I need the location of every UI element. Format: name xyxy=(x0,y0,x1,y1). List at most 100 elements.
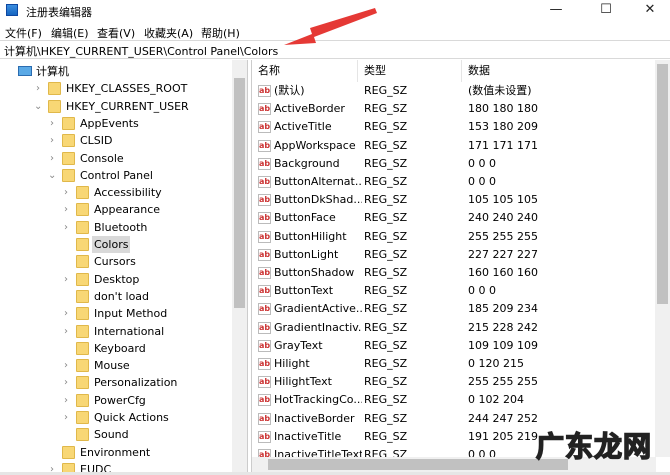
value-row[interactable]: ab ActiveBorder REG_SZ 180 180 180 xyxy=(252,100,656,118)
tree-item[interactable]: Colors xyxy=(0,236,232,253)
tree-item[interactable]: ⌄ Control Panel xyxy=(0,167,232,184)
value-row[interactable]: ab ButtonHilight REG_SZ 255 255 255 xyxy=(252,228,656,246)
chevron-right-icon[interactable]: › xyxy=(62,323,70,340)
chevron-down-icon[interactable]: ⌄ xyxy=(48,167,56,184)
value-row[interactable]: ab ButtonAlternat... REG_SZ 0 0 0 xyxy=(252,173,656,191)
value-row[interactable]: ab GradientActive... REG_SZ 185 209 234 xyxy=(252,300,656,318)
value-name: Background xyxy=(274,156,340,170)
tree-item[interactable]: › Input Method xyxy=(0,305,232,322)
value-type: REG_SZ xyxy=(364,320,408,334)
chevron-right-icon[interactable]: › xyxy=(62,184,70,201)
tree-item[interactable]: › PowerCfg xyxy=(0,392,232,409)
minimize-button[interactable]: — xyxy=(536,0,576,22)
tree-item-label: Console xyxy=(80,151,124,165)
value-data: 240 240 240 xyxy=(468,211,538,225)
string-value-icon: ab xyxy=(258,321,271,334)
column-header-data[interactable]: 数据 xyxy=(462,60,656,82)
tree-item-label: Colors xyxy=(92,236,131,253)
string-value-icon: ab xyxy=(258,394,271,407)
tree-item[interactable]: › HKEY_CLASSES_ROOT xyxy=(0,80,232,97)
tree-item[interactable]: › Personalization xyxy=(0,374,232,391)
tree-item-label: Accessibility xyxy=(94,186,162,200)
chevron-right-icon[interactable]: › xyxy=(62,271,70,288)
chevron-right-icon[interactable]: › xyxy=(48,115,56,132)
chevron-down-icon[interactable]: ⌄ xyxy=(34,98,42,115)
hscroll-thumb[interactable] xyxy=(268,459,568,470)
value-row[interactable]: ab (默认) REG_SZ (数值未设置) xyxy=(252,82,656,100)
string-value-icon: ab xyxy=(258,285,271,298)
scrollbar-thumb[interactable] xyxy=(657,64,668,304)
tree-item[interactable]: Cursors xyxy=(0,253,232,270)
value-name: ButtonAlternat... xyxy=(274,175,362,188)
tree-item-label: Input Method xyxy=(94,307,168,321)
regedit-icon xyxy=(6,4,18,16)
value-row[interactable]: ab ButtonText REG_SZ 0 0 0 xyxy=(252,282,656,300)
values-vertical-scrollbar[interactable] xyxy=(655,60,670,457)
column-header-name[interactable]: 名称 xyxy=(252,60,358,82)
chevron-right-icon[interactable]: › xyxy=(62,374,70,391)
tree-item[interactable]: Environment xyxy=(0,444,232,461)
value-row[interactable]: ab GrayText REG_SZ 109 109 109 xyxy=(252,337,656,355)
value-row[interactable]: ab ButtonFace REG_SZ 240 240 240 xyxy=(252,209,656,227)
value-row[interactable]: ab Hilight REG_SZ 0 120 215 xyxy=(252,355,656,373)
value-row[interactable]: ab ActiveTitle REG_SZ 153 180 209 xyxy=(252,118,656,136)
tree-item[interactable]: › Mouse xyxy=(0,357,232,374)
value-row[interactable]: ab Background REG_SZ 0 0 0 xyxy=(252,155,656,173)
tree-item[interactable]: › Quick Actions xyxy=(0,409,232,426)
value-type: REG_SZ xyxy=(364,84,408,97)
chevron-right-icon[interactable]: › xyxy=(34,80,42,97)
value-data: 0 102 204 xyxy=(468,393,524,407)
chevron-right-icon[interactable]: › xyxy=(48,461,56,472)
value-row[interactable]: ab ButtonDkShad... REG_SZ 105 105 105 xyxy=(252,191,656,209)
menu-file[interactable]: 文件(F) xyxy=(5,25,42,41)
tree-item[interactable]: › Appearance xyxy=(0,201,232,218)
menu-edit[interactable]: 编辑(E) xyxy=(51,25,89,41)
scrollbar-thumb[interactable] xyxy=(234,78,245,308)
tree-item[interactable]: ⌄计算机 xyxy=(0,63,232,80)
tree-item[interactable]: › Accessibility xyxy=(0,184,232,201)
value-name: Hilight xyxy=(274,357,310,370)
chevron-right-icon[interactable]: › xyxy=(62,409,70,426)
value-row[interactable]: ab HilightText REG_SZ 255 255 255 xyxy=(252,373,656,391)
chevron-right-icon[interactable]: › xyxy=(48,150,56,167)
tree-item[interactable]: › CLSID xyxy=(0,132,232,149)
value-row[interactable]: ab ButtonLight REG_SZ 227 227 227 xyxy=(252,246,656,264)
value-data: 105 105 105 xyxy=(468,193,538,207)
tree-item[interactable]: Keyboard xyxy=(0,340,232,357)
tree-item[interactable]: don't load xyxy=(0,288,232,305)
tree-vertical-scrollbar[interactable] xyxy=(232,60,247,472)
value-row[interactable]: ab GradientInactiv... REG_SZ 215 228 242 xyxy=(252,319,656,337)
tree-item-label: HKEY_CLASSES_ROOT xyxy=(66,82,188,96)
computer-icon xyxy=(18,66,32,76)
value-row[interactable]: ab AppWorkspace REG_SZ 171 171 171 xyxy=(252,137,656,155)
tree-item[interactable]: › International xyxy=(0,323,232,340)
chevron-right-icon[interactable]: › xyxy=(62,357,70,374)
maximize-button[interactable]: ☐ xyxy=(586,0,626,22)
value-row[interactable]: ab HotTrackingCo... REG_SZ 0 102 204 xyxy=(252,391,656,409)
tree-item[interactable]: Sound xyxy=(0,426,232,443)
string-value-icon: ab xyxy=(258,376,271,389)
chevron-right-icon[interactable]: › xyxy=(62,219,70,236)
tree-item[interactable]: › Desktop xyxy=(0,271,232,288)
chevron-right-icon[interactable]: › xyxy=(62,392,70,409)
menu-help[interactable]: 帮助(H) xyxy=(201,25,240,41)
folder-icon xyxy=(62,116,75,130)
tree-item[interactable]: ⌄ HKEY_CURRENT_USER xyxy=(0,98,232,115)
menu-favorites[interactable]: 收藏夹(A) xyxy=(144,25,193,41)
value-data: 255 255 255 xyxy=(468,229,538,243)
chevron-right-icon[interactable]: › xyxy=(48,132,56,149)
tree-item[interactable]: › Console xyxy=(0,150,232,167)
chevron-right-icon[interactable]: › xyxy=(62,201,70,218)
value-type: REG_SZ xyxy=(364,229,408,243)
menu-view[interactable]: 查看(V) xyxy=(97,25,135,41)
tree-item[interactable]: › EUDC xyxy=(0,461,232,472)
value-row[interactable]: ab ButtonShadow REG_SZ 160 160 160 xyxy=(252,264,656,282)
chevron-right-icon[interactable]: › xyxy=(62,305,70,322)
tree-item-label: Control Panel xyxy=(80,168,153,182)
red-arrow-annotation xyxy=(284,8,377,45)
close-button[interactable]: ✕ xyxy=(630,0,670,22)
tree-item[interactable]: › Bluetooth xyxy=(0,219,232,236)
column-header-type[interactable]: 类型 xyxy=(358,60,462,82)
tree-item[interactable]: › AppEvents xyxy=(0,115,232,132)
string-value-icon: ab xyxy=(258,230,271,243)
